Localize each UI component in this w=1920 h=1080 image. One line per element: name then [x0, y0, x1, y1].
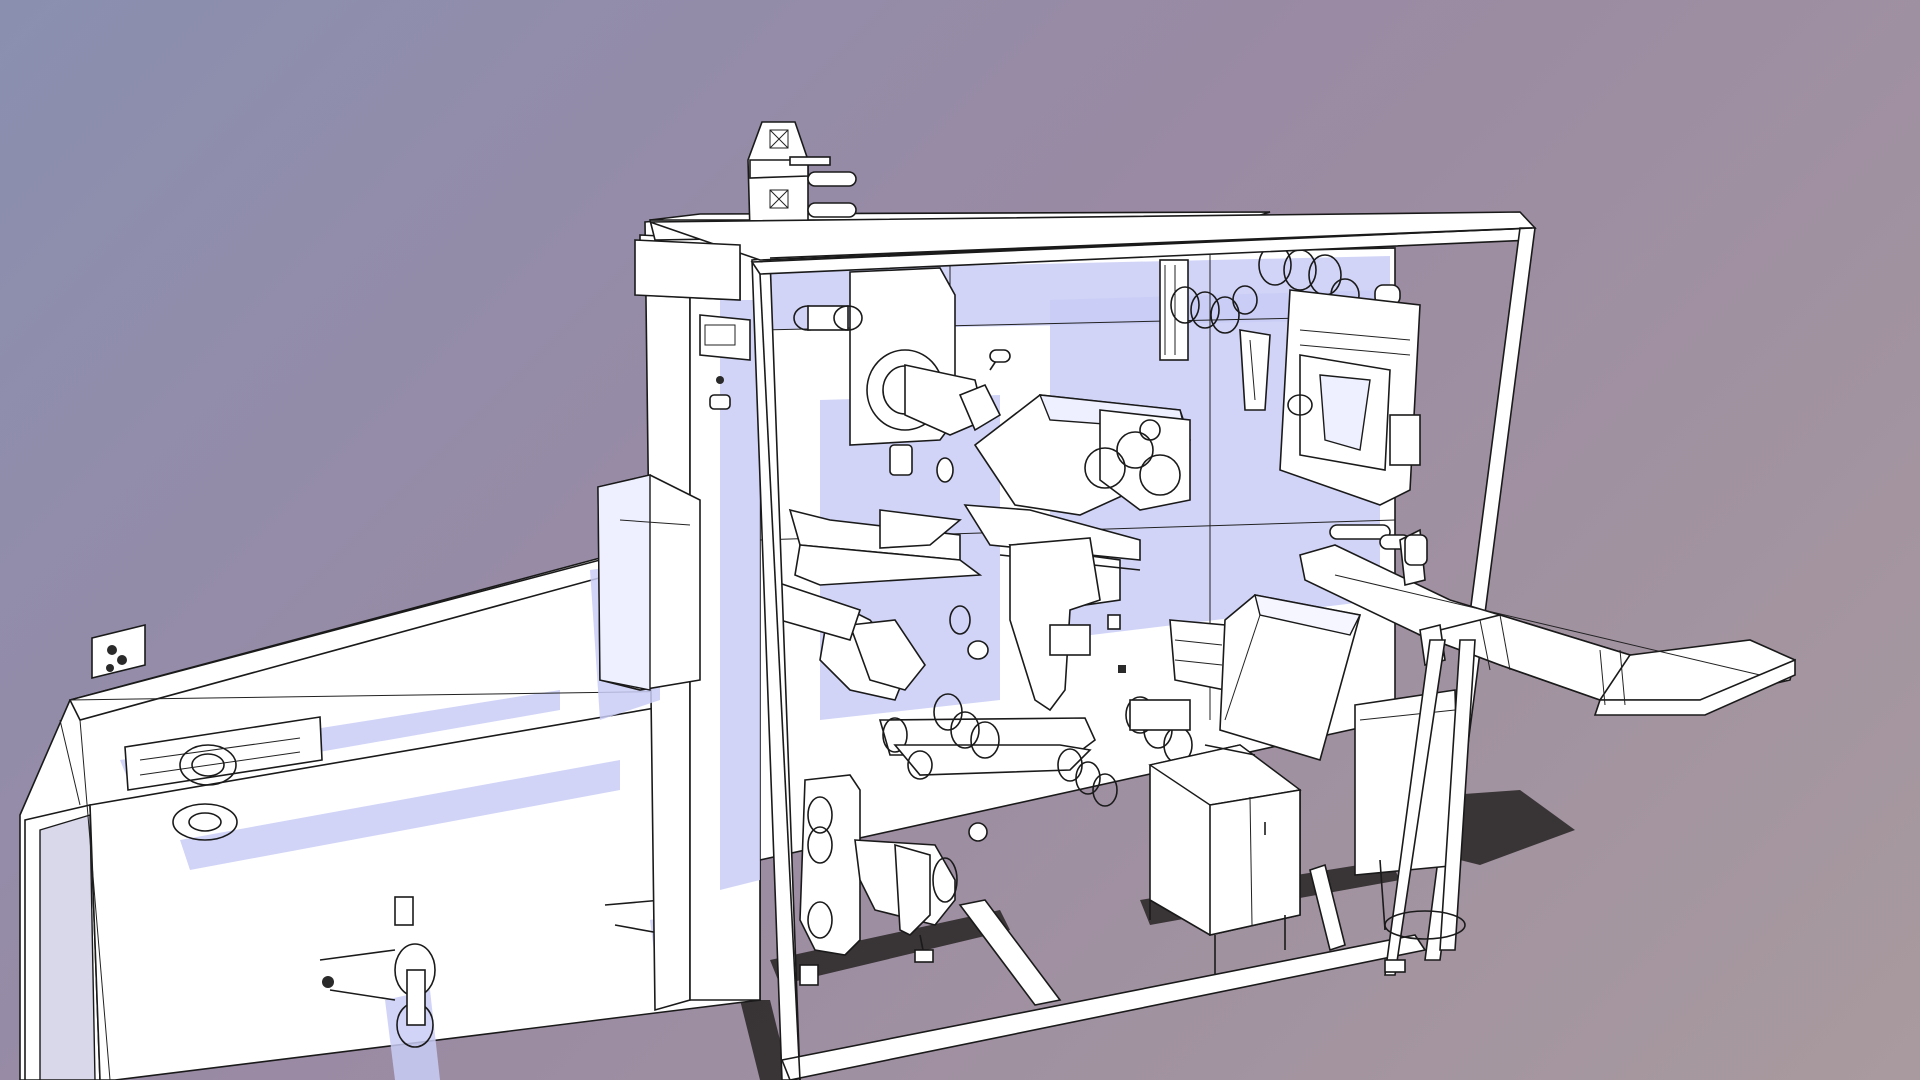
electrical-cabinet: [597, 474, 701, 691]
machine-wireframe-render: [19, 121, 1796, 1080]
3d-viewport[interactable]: [0, 0, 1920, 1080]
